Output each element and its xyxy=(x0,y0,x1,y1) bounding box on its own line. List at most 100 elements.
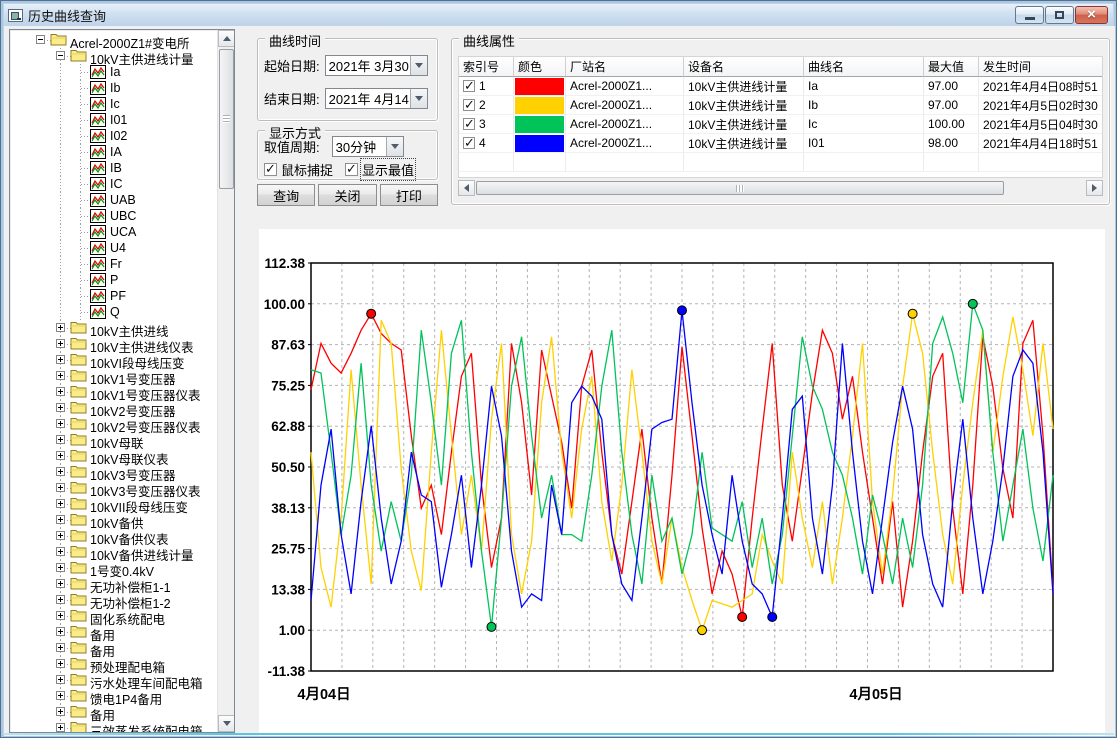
expand-icon[interactable] xyxy=(56,403,65,412)
tree-item-curve[interactable]: I02 xyxy=(10,128,217,144)
tree-item-folder[interactable]: 10kVII段母线压变 xyxy=(10,496,217,512)
expand-icon[interactable] xyxy=(56,563,65,572)
expand-icon[interactable] xyxy=(56,515,65,524)
tree-item-curve[interactable]: Q xyxy=(10,304,217,320)
expand-icon[interactable] xyxy=(56,611,65,620)
expand-icon[interactable] xyxy=(56,419,65,428)
expand-icon[interactable] xyxy=(56,435,65,444)
column-header-3[interactable]: 设备名 xyxy=(684,57,804,77)
column-header-0[interactable]: 索引号 xyxy=(459,57,514,77)
start-date-dropdown-button[interactable] xyxy=(410,56,427,75)
trend-chart[interactable]: 112.38100.0087.6375.2562.8850.5038.1325.… xyxy=(259,229,1105,736)
expand-icon[interactable] xyxy=(56,579,65,588)
tree-item-folder[interactable]: 1号变0.4kV xyxy=(10,560,217,576)
tree-item-folder[interactable]: 污水处理车间配电箱 xyxy=(10,672,217,688)
tree-item-folder[interactable]: 备用 xyxy=(10,624,217,640)
collapse-icon[interactable] xyxy=(56,51,65,60)
tree-item-curve[interactable]: IC xyxy=(10,176,217,192)
tree-item-curve[interactable]: UCA xyxy=(10,224,217,240)
tree-item-folder[interactable]: 10kV备供仪表 xyxy=(10,528,217,544)
expand-icon[interactable] xyxy=(56,499,65,508)
tree-item-folder[interactable]: 10kV母联仪表 xyxy=(10,448,217,464)
column-header-2[interactable]: 厂站名 xyxy=(566,57,684,77)
column-header-1[interactable]: 颜色 xyxy=(514,57,566,77)
tree-item-curve[interactable]: IB xyxy=(10,160,217,176)
column-header-5[interactable]: 最大值 xyxy=(924,57,979,77)
mouse-capture-checkbox[interactable] xyxy=(264,163,277,176)
collapse-icon[interactable] xyxy=(36,35,45,44)
tree-item-folder[interactable]: 备用 xyxy=(10,640,217,656)
expand-icon[interactable] xyxy=(56,723,65,732)
tree-item-folder[interactable]: 10kV1号变压器仪表 xyxy=(10,384,217,400)
restore-button[interactable] xyxy=(1045,6,1074,24)
table-row[interactable]: 2Acrel-2000Z1...10kV主供进线计量Ib97.002021年4月… xyxy=(459,96,1103,115)
row-checkbox[interactable] xyxy=(463,99,475,111)
tree-item-folder[interactable]: 10kV备供 xyxy=(10,512,217,528)
tree-item-folder[interactable]: 10kV备供进线计量 xyxy=(10,544,217,560)
row-checkbox[interactable] xyxy=(463,137,475,149)
scroll-up-button[interactable] xyxy=(218,30,235,47)
tree-item-folder[interactable]: 10kV2号变压器 xyxy=(10,400,217,416)
tree-item-curve[interactable]: Ib xyxy=(10,80,217,96)
close-window-button[interactable]: 关闭 xyxy=(318,184,376,206)
table-row[interactable]: 3Acrel-2000Z1...10kV主供进线计量Ic100.002021年4… xyxy=(459,115,1103,134)
tree-item-folder[interactable]: 无功补偿柜1-2 xyxy=(10,592,217,608)
tree-item-folder[interactable]: 10kV2号变压器仪表 xyxy=(10,416,217,432)
scroll-right-button[interactable] xyxy=(1086,180,1103,196)
expand-icon[interactable] xyxy=(56,627,65,636)
tree-item-folder[interactable]: 备用 xyxy=(10,704,217,720)
row-checkbox[interactable] xyxy=(463,118,475,130)
end-date-select[interactable]: 2021年 4月14 xyxy=(325,88,428,109)
expand-icon[interactable] xyxy=(56,643,65,652)
tree-item-folder[interactable]: 10kV1号变压器 xyxy=(10,368,217,384)
tree-item-folder[interactable]: 10kV母联 xyxy=(10,432,217,448)
tree-item-folder[interactable]: 三效蒸发系统配电箱 xyxy=(10,720,217,732)
titlebar[interactable]: 历史曲线查询 × xyxy=(4,4,1113,26)
tree-item-curve[interactable]: Ic xyxy=(10,96,217,112)
scroll-left-button[interactable] xyxy=(458,180,475,196)
period-dropdown-button[interactable] xyxy=(386,137,403,156)
expand-icon[interactable] xyxy=(56,691,65,700)
tree-item-curve[interactable]: U4 xyxy=(10,240,217,256)
tree-vertical-scrollbar[interactable] xyxy=(217,30,234,732)
expand-icon[interactable] xyxy=(56,371,65,380)
tree-item-curve[interactable]: UAB xyxy=(10,192,217,208)
expand-icon[interactable] xyxy=(56,451,65,460)
tree-item-folder[interactable]: 10kVI段母线压变 xyxy=(10,352,217,368)
tree-item-folder[interactable]: 无功补偿柜1-1 xyxy=(10,576,217,592)
tree-item-folder[interactable]: 10kV3号变压器仪表 xyxy=(10,480,217,496)
close-button[interactable]: × xyxy=(1075,6,1108,24)
tree-item-folder[interactable]: 10kV主供进线仪表 xyxy=(10,336,217,352)
tree-item-folder[interactable]: 10kV3号变压器 xyxy=(10,464,217,480)
tree-item-curve[interactable]: Ia xyxy=(10,64,217,80)
tree-item-folder[interactable]: 10kV主供进线 xyxy=(10,320,217,336)
tree-item-curve[interactable]: PF xyxy=(10,288,217,304)
expand-icon[interactable] xyxy=(56,339,65,348)
scrollbar-thumb[interactable] xyxy=(219,49,234,189)
scroll-down-button[interactable] xyxy=(218,715,235,732)
expand-icon[interactable] xyxy=(56,387,65,396)
tree-item-folder[interactable]: 馈电1P4备用 xyxy=(10,688,217,704)
tree-item-curve[interactable]: UBC xyxy=(10,208,217,224)
row-checkbox[interactable] xyxy=(463,80,475,92)
expand-icon[interactable] xyxy=(56,659,65,668)
expand-icon[interactable] xyxy=(56,675,65,684)
table-row[interactable]: 4Acrel-2000Z1...10kV主供进线计量I0198.002021年4… xyxy=(459,134,1103,153)
period-select[interactable]: 30分钟 xyxy=(332,136,404,157)
expand-icon[interactable] xyxy=(56,323,65,332)
tree-item-folder[interactable]: 固化系统配电 xyxy=(10,608,217,624)
scrollbar-thumb[interactable] xyxy=(476,181,1004,195)
expand-icon[interactable] xyxy=(56,531,65,540)
query-button[interactable]: 查询 xyxy=(257,184,315,206)
start-date-select[interactable]: 2021年 3月30 xyxy=(325,55,428,76)
tree-item-curve[interactable]: I01 xyxy=(10,112,217,128)
minimize-button[interactable] xyxy=(1015,6,1044,24)
column-header-4[interactable]: 曲线名 xyxy=(804,57,924,77)
expand-icon[interactable] xyxy=(56,547,65,556)
tree-item-folder[interactable]: 10kV主供进线计量 xyxy=(10,48,217,64)
expand-icon[interactable] xyxy=(56,355,65,364)
tree-item-station[interactable]: Acrel-2000Z1#变电所 xyxy=(10,32,217,48)
tree-item-curve[interactable]: IA xyxy=(10,144,217,160)
tree-item-folder[interactable]: 预处理配电箱 xyxy=(10,656,217,672)
end-date-dropdown-button[interactable] xyxy=(410,89,427,108)
